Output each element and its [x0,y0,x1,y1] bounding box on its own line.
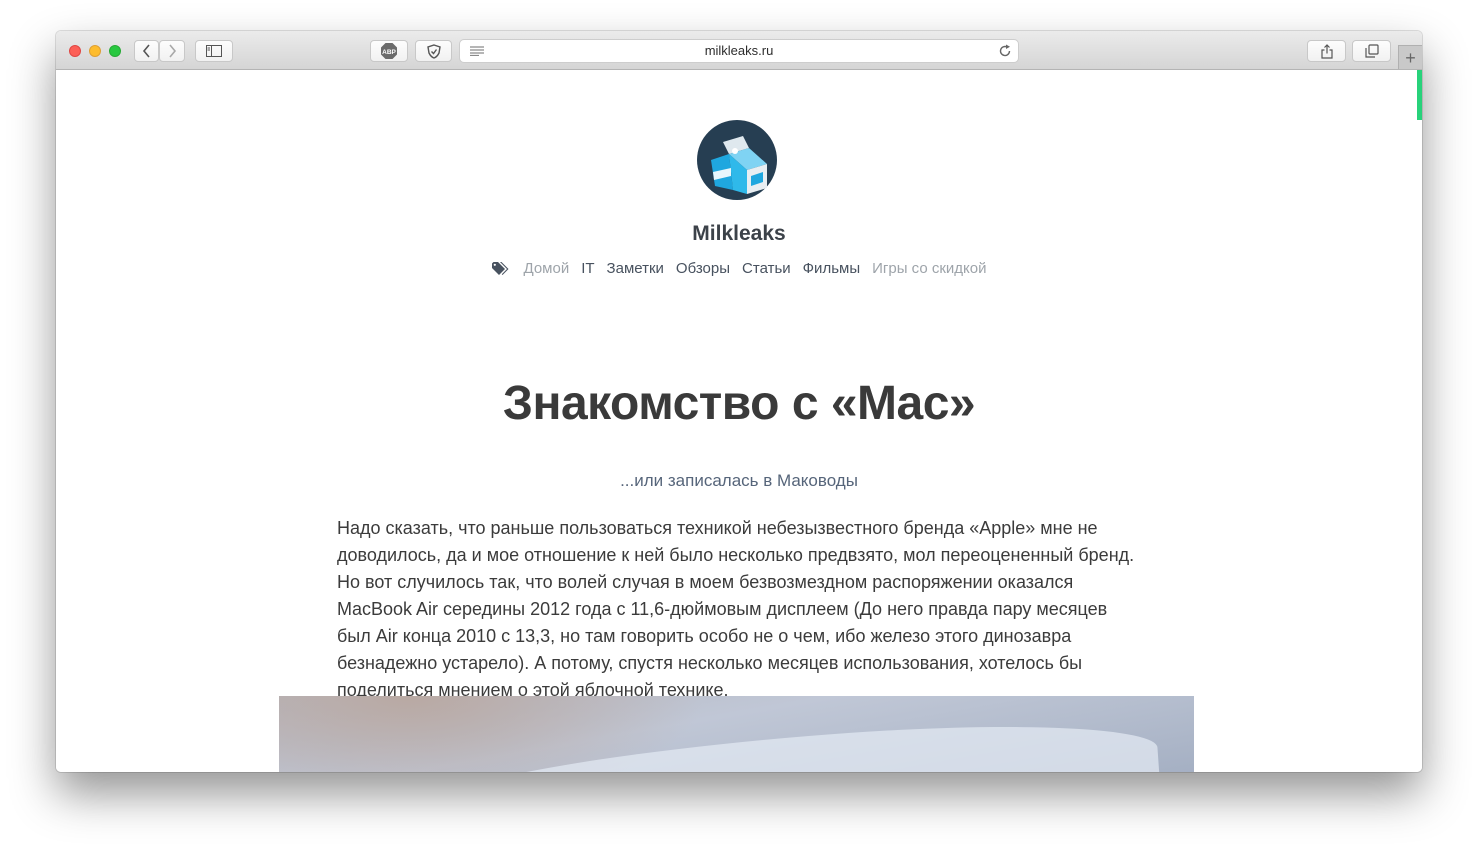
back-button[interactable] [134,40,159,62]
svg-text:ABP: ABP [382,49,396,56]
nav-item-home[interactable]: Домой [524,260,570,277]
nav-item-reviews[interactable]: Обзоры [676,260,730,277]
address-url[interactable]: milkleaks.ru [460,40,1018,62]
tags-icon [491,261,510,276]
abp-icon: ABP [381,43,397,59]
sidebar-icon [206,45,222,57]
milk-carton-logo[interactable] [697,120,777,200]
post-hero-image [279,696,1194,772]
adblock-button[interactable]: ABP [370,40,408,62]
chevron-right-icon [169,44,177,58]
nav-item-articles[interactable]: Статьи [742,260,791,277]
post-body: Надо сказать, что раньше пользоваться те… [337,518,1135,700]
plus-icon: + [1405,47,1416,68]
forward-button[interactable] [159,40,185,62]
post-title: Знакомство с «Mac» [502,377,976,430]
nav-item-it[interactable]: IT [581,260,594,277]
category-nav: Домой IT Заметки Обзоры Статьи Фильмы Иг… [56,260,1422,277]
share-icon [1320,43,1333,59]
sidebar-button[interactable] [195,40,233,62]
nav-item-movies[interactable]: Фильмы [803,260,860,277]
nav-item-game-deals[interactable]: Игры со скидкой [872,260,986,277]
site-title[interactable]: Milkleaks [56,222,1422,246]
minimize-window-button[interactable] [89,45,101,57]
new-tab-button[interactable]: + [1398,45,1422,69]
address-bar[interactable]: milkleaks.ru [459,39,1019,63]
post-subtitle: ...или записалась в Маководы [620,471,858,490]
tabs-icon [1364,44,1379,58]
scroll-progress-indicator [1417,70,1422,120]
privacy-shield-button[interactable] [415,40,452,62]
page-content[interactable]: Milkleaks Домой IT Заметки Обзоры Статьи… [56,70,1422,772]
shield-icon [426,43,441,59]
chevron-left-icon [142,44,150,58]
browser-toolbar: ABP milkleaks.ru + [56,31,1422,70]
close-window-button[interactable] [69,45,81,57]
reload-icon[interactable] [998,44,1012,58]
tab-overview-button[interactable] [1352,40,1391,62]
nav-item-notes[interactable]: Заметки [607,260,664,277]
maximize-window-button[interactable] [109,45,121,57]
share-button[interactable] [1307,40,1346,62]
browser-window: ABP milkleaks.ru + Milkleaks Домой IT За… [56,31,1422,772]
